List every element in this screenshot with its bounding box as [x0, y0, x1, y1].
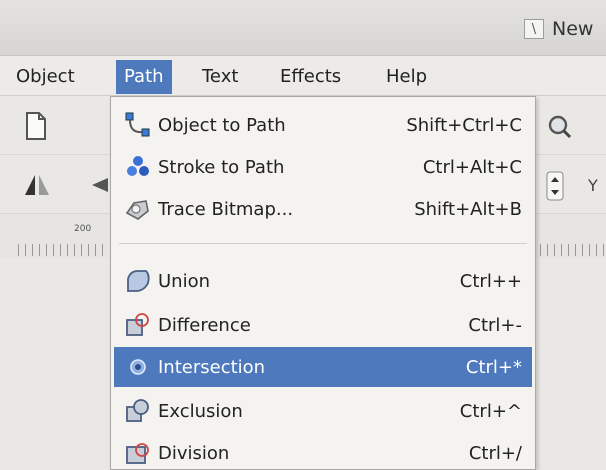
- menu-object[interactable]: Object: [8, 60, 83, 94]
- menu-item-union[interactable]: Union Ctrl++: [114, 261, 532, 301]
- division-icon: [124, 439, 152, 467]
- menu-item-label: Exclusion: [158, 400, 243, 422]
- menu-text[interactable]: Text: [194, 60, 246, 94]
- menu-item-shortcut: Ctrl+/: [468, 442, 522, 464]
- menu-item-label: Stroke to Path: [158, 156, 285, 178]
- menu-item-label: Trace Bitmap...: [158, 198, 294, 220]
- rotate-icon[interactable]: [88, 174, 108, 196]
- menu-help[interactable]: Help: [378, 60, 435, 94]
- menu-item-shortcut: Shift+Alt+B: [414, 198, 522, 220]
- y-spinner-icon[interactable]: [546, 171, 564, 201]
- difference-icon: [124, 311, 152, 339]
- menubar: Object Path Text Effects Help: [0, 56, 606, 96]
- title-bar: \ New: [0, 0, 606, 56]
- window-title: New: [552, 18, 594, 40]
- window-title-group: \ New: [524, 14, 593, 44]
- menu-item-division[interactable]: Division Ctrl+/: [114, 433, 532, 470]
- exclusion-icon: [124, 397, 152, 425]
- y-field-label: Y: [588, 176, 598, 195]
- trace-bitmap-icon: [124, 195, 152, 223]
- ruler-label: 200: [74, 224, 92, 234]
- ruler-ticks-right: [540, 244, 606, 256]
- menu-item-exclusion[interactable]: Exclusion Ctrl+^: [114, 391, 532, 431]
- union-icon: [124, 267, 152, 295]
- stroke-to-path-icon: [124, 153, 152, 181]
- menu-item-difference[interactable]: Difference Ctrl+-: [114, 305, 532, 345]
- menu-item-object-to-path[interactable]: Object to Path Shift+Ctrl+C: [114, 105, 532, 145]
- menu-item-label: Division: [158, 442, 230, 464]
- menu-separator: [119, 243, 527, 244]
- menu-item-shortcut: Ctrl+-: [468, 314, 522, 336]
- menu-item-label: Difference: [158, 314, 251, 336]
- menu-item-stroke-to-path[interactable]: Stroke to Path Ctrl+Alt+C: [114, 147, 532, 187]
- menu-effects[interactable]: Effects: [272, 60, 349, 94]
- menu-item-label: Object to Path: [158, 114, 286, 136]
- menu-item-shortcut: Ctrl++: [459, 270, 522, 292]
- inkscape-app-icon: \: [524, 19, 544, 39]
- object-to-path-icon: [124, 111, 152, 139]
- menu-item-intersection[interactable]: Intersection Ctrl+*: [114, 347, 532, 387]
- menu-item-shortcut: Ctrl+*: [465, 356, 522, 378]
- menu-item-shortcut: Shift+Ctrl+C: [406, 114, 522, 136]
- menu-item-label: Union: [158, 270, 211, 292]
- menu-item-shortcut: Ctrl+^: [459, 400, 522, 422]
- menu-path[interactable]: Path: [116, 60, 172, 94]
- ruler-ticks-left: [18, 244, 108, 256]
- new-document-icon[interactable]: [22, 111, 50, 141]
- menu-item-trace-bitmap[interactable]: Trace Bitmap... Shift+Alt+B: [114, 189, 532, 229]
- menu-item-shortcut: Ctrl+Alt+C: [422, 156, 522, 178]
- intersection-icon: [124, 353, 152, 381]
- flip-horizontal-icon[interactable]: [22, 172, 52, 198]
- menu-item-label: Intersection: [158, 356, 266, 378]
- zoom-icon[interactable]: [546, 113, 574, 141]
- path-menu: Object to Path Shift+Ctrl+C Stroke to Pa…: [110, 96, 536, 470]
